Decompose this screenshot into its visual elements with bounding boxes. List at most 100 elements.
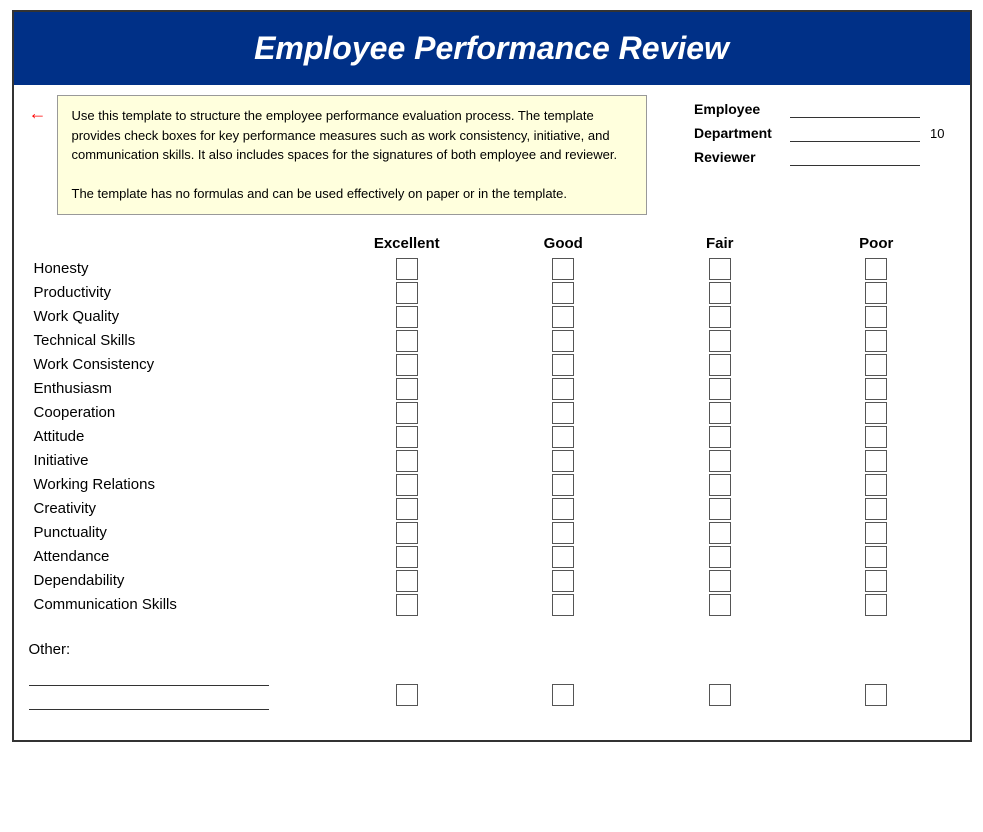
checkbox-good-work-quality[interactable] xyxy=(552,306,574,328)
checkbox-excellent-attendance[interactable] xyxy=(396,546,418,568)
checkbox-excellent-attitude[interactable] xyxy=(396,426,418,448)
row-label-attendance: Attendance xyxy=(29,548,329,565)
table-row: Punctuality xyxy=(29,522,955,544)
checkbox-poor-productivity[interactable] xyxy=(865,282,887,304)
checkbox-fair-communication-skills[interactable] xyxy=(709,594,731,616)
checkbox-good-other[interactable] xyxy=(552,684,574,706)
checkbox-cell xyxy=(798,402,955,424)
col-good: Good xyxy=(485,235,642,252)
checkbox-good-enthusiasm[interactable] xyxy=(552,378,574,400)
other-checkbox-cell xyxy=(798,684,955,710)
checkbox-excellent-work-quality[interactable] xyxy=(396,306,418,328)
checkbox-excellent-enthusiasm[interactable] xyxy=(396,378,418,400)
checkbox-excellent-punctuality[interactable] xyxy=(396,522,418,544)
checkbox-cell xyxy=(329,594,486,616)
arrow-icon: ← xyxy=(29,103,47,124)
checkbox-poor-initiative[interactable] xyxy=(865,450,887,472)
checkbox-fair-enthusiasm[interactable] xyxy=(709,378,731,400)
col-excellent: Excellent xyxy=(329,235,486,252)
row-label-cooperation: Cooperation xyxy=(29,404,329,421)
checkbox-cell xyxy=(642,402,799,424)
checkbox-excellent-other[interactable] xyxy=(396,684,418,706)
checkbox-excellent-productivity[interactable] xyxy=(396,282,418,304)
checkbox-cell xyxy=(329,522,486,544)
department-input[interactable] xyxy=(790,124,920,142)
checkbox-excellent-honesty[interactable] xyxy=(396,258,418,280)
checkbox-excellent-initiative[interactable] xyxy=(396,450,418,472)
checkbox-excellent-work-consistency[interactable] xyxy=(396,354,418,376)
checkbox-fair-technical-skills[interactable] xyxy=(709,330,731,352)
checkbox-cell xyxy=(329,426,486,448)
checkbox-poor-work-quality[interactable] xyxy=(865,306,887,328)
checkbox-good-working-relations[interactable] xyxy=(552,474,574,496)
checkbox-fair-initiative[interactable] xyxy=(709,450,731,472)
checkbox-poor-working-relations[interactable] xyxy=(865,474,887,496)
other-line-2[interactable] xyxy=(29,692,269,710)
checkbox-poor-punctuality[interactable] xyxy=(865,522,887,544)
checkbox-cell xyxy=(642,378,799,400)
ratings-section: Excellent Good Fair Poor Honesty Product… xyxy=(14,235,970,616)
checkbox-cell xyxy=(485,354,642,376)
checkbox-excellent-cooperation[interactable] xyxy=(396,402,418,424)
checkbox-cell xyxy=(329,258,486,280)
checkbox-fair-cooperation[interactable] xyxy=(709,402,731,424)
other-line-1[interactable] xyxy=(29,668,269,686)
tooltip-box: Use this template to structure the emplo… xyxy=(57,95,647,215)
checkbox-cell xyxy=(798,258,955,280)
other-section: Other: xyxy=(14,626,970,720)
checkbox-fair-productivity[interactable] xyxy=(709,282,731,304)
table-row: Cooperation xyxy=(29,402,955,424)
checkbox-fair-other[interactable] xyxy=(709,684,731,706)
checkbox-excellent-technical-skills[interactable] xyxy=(396,330,418,352)
employee-input[interactable] xyxy=(790,100,920,118)
checkbox-poor-honesty[interactable] xyxy=(865,258,887,280)
checkbox-poor-creativity[interactable] xyxy=(865,498,887,520)
table-row: Honesty xyxy=(29,258,955,280)
checkbox-excellent-dependability[interactable] xyxy=(396,570,418,592)
checkbox-poor-attitude[interactable] xyxy=(865,426,887,448)
checkbox-fair-punctuality[interactable] xyxy=(709,522,731,544)
checkbox-cell xyxy=(798,570,955,592)
checkbox-fair-creativity[interactable] xyxy=(709,498,731,520)
reviewer-input[interactable] xyxy=(790,148,920,166)
checkbox-fair-work-quality[interactable] xyxy=(709,306,731,328)
checkbox-cell xyxy=(329,306,486,328)
checkbox-good-cooperation[interactable] xyxy=(552,402,574,424)
checkbox-fair-attendance[interactable] xyxy=(709,546,731,568)
checkbox-good-honesty[interactable] xyxy=(552,258,574,280)
checkbox-good-communication-skills[interactable] xyxy=(552,594,574,616)
checkbox-excellent-working-relations[interactable] xyxy=(396,474,418,496)
checkbox-cell xyxy=(329,402,486,424)
checkbox-poor-work-consistency[interactable] xyxy=(865,354,887,376)
checkbox-poor-cooperation[interactable] xyxy=(865,402,887,424)
checkbox-cell xyxy=(798,450,955,472)
checkbox-fair-working-relations[interactable] xyxy=(709,474,731,496)
checkbox-poor-communication-skills[interactable] xyxy=(865,594,887,616)
checkbox-good-technical-skills[interactable] xyxy=(552,330,574,352)
checkbox-good-productivity[interactable] xyxy=(552,282,574,304)
checkbox-cell xyxy=(642,258,799,280)
col-poor: Poor xyxy=(798,235,955,252)
checkbox-excellent-communication-skills[interactable] xyxy=(396,594,418,616)
checkbox-poor-dependability[interactable] xyxy=(865,570,887,592)
checkbox-poor-attendance[interactable] xyxy=(865,546,887,568)
checkbox-good-dependability[interactable] xyxy=(552,570,574,592)
row-label-creativity: Creativity xyxy=(29,500,329,517)
checkbox-good-attitude[interactable] xyxy=(552,426,574,448)
checkbox-good-initiative[interactable] xyxy=(552,450,574,472)
checkbox-cell xyxy=(485,282,642,304)
checkbox-fair-honesty[interactable] xyxy=(709,258,731,280)
checkbox-poor-other[interactable] xyxy=(865,684,887,706)
checkbox-poor-enthusiasm[interactable] xyxy=(865,378,887,400)
checkbox-good-creativity[interactable] xyxy=(552,498,574,520)
checkbox-cell xyxy=(329,570,486,592)
checkbox-good-punctuality[interactable] xyxy=(552,522,574,544)
checkbox-good-work-consistency[interactable] xyxy=(552,354,574,376)
checkbox-excellent-creativity[interactable] xyxy=(396,498,418,520)
checkbox-poor-technical-skills[interactable] xyxy=(865,330,887,352)
checkbox-fair-attitude[interactable] xyxy=(709,426,731,448)
employee-label: Employee xyxy=(694,101,784,117)
checkbox-good-attendance[interactable] xyxy=(552,546,574,568)
checkbox-fair-work-consistency[interactable] xyxy=(709,354,731,376)
checkbox-fair-dependability[interactable] xyxy=(709,570,731,592)
